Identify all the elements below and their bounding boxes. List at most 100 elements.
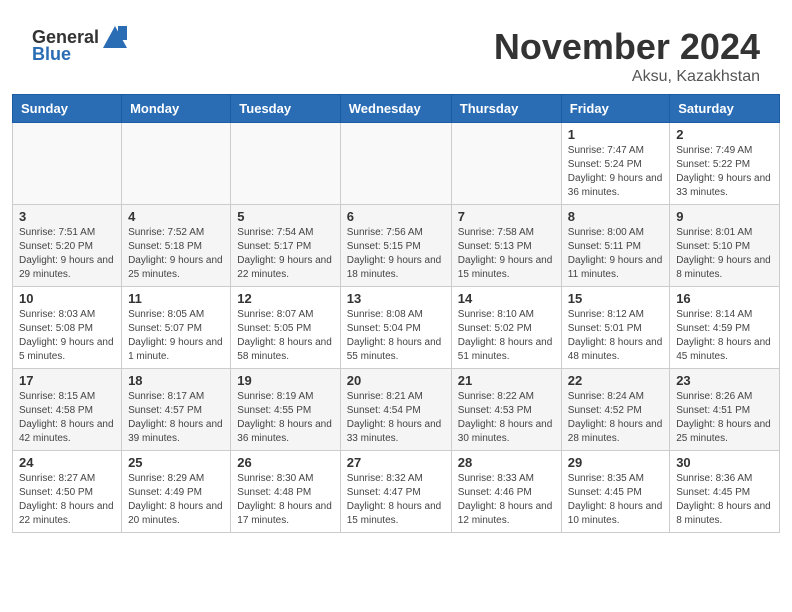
- day-number: 22: [568, 373, 663, 388]
- day-info: Sunrise: 8:21 AM Sunset: 4:54 PM Dayligh…: [347, 390, 445, 446]
- month-year: November 2024: [494, 26, 760, 68]
- day-info: Sunrise: 7:54 AM Sunset: 5:17 PM Dayligh…: [237, 226, 333, 282]
- table-row: 23 Sunrise: 8:26 AM Sunset: 4:51 PM Dayli…: [670, 369, 780, 451]
- table-row: 4 Sunrise: 7:52 AM Sunset: 5:18 PM Daylig…: [122, 205, 231, 287]
- day-number: 12: [237, 291, 333, 306]
- day-number: 19: [237, 373, 333, 388]
- day-info: Sunrise: 8:36 AM Sunset: 4:45 PM Dayligh…: [676, 472, 773, 528]
- table-row: 1 Sunrise: 7:47 AM Sunset: 5:24 PM Daylig…: [561, 123, 669, 205]
- table-row: 25 Sunrise: 8:29 AM Sunset: 4:49 PM Dayli…: [122, 451, 231, 533]
- day-number: 24: [19, 455, 115, 470]
- day-number: 25: [128, 455, 224, 470]
- table-row: 27 Sunrise: 8:32 AM Sunset: 4:47 PM Dayli…: [340, 451, 451, 533]
- table-row: [451, 123, 561, 205]
- day-number: 20: [347, 373, 445, 388]
- day-info: Sunrise: 8:05 AM Sunset: 5:07 PM Dayligh…: [128, 308, 224, 364]
- table-row: 24 Sunrise: 8:27 AM Sunset: 4:50 PM Dayli…: [13, 451, 122, 533]
- day-info: Sunrise: 8:03 AM Sunset: 5:08 PM Dayligh…: [19, 308, 115, 364]
- table-row: 20 Sunrise: 8:21 AM Sunset: 4:54 PM Dayli…: [340, 369, 451, 451]
- col-tuesday: Tuesday: [231, 95, 340, 123]
- day-number: 23: [676, 373, 773, 388]
- day-info: Sunrise: 8:32 AM Sunset: 4:47 PM Dayligh…: [347, 472, 445, 528]
- day-info: Sunrise: 8:35 AM Sunset: 4:45 PM Dayligh…: [568, 472, 663, 528]
- table-row: 6Sunrise: 7:56 AM Sunset: 5:15 PM Daylig…: [340, 205, 451, 287]
- day-info: Sunrise: 7:52 AM Sunset: 5:18 PM Dayligh…: [128, 226, 224, 282]
- day-number: 26: [237, 455, 333, 470]
- table-row: [340, 123, 451, 205]
- day-number: 3: [19, 209, 115, 224]
- table-row: 5 Sunrise: 7:54 AM Sunset: 5:17 PM Daylig…: [231, 205, 340, 287]
- table-row: 19 Sunrise: 8:19 AM Sunset: 4:55 PM Dayli…: [231, 369, 340, 451]
- table-row: 10 Sunrise: 8:03 AM Sunset: 5:08 PM Dayli…: [13, 287, 122, 369]
- table-row: 16Sunrise: 8:14 AM Sunset: 4:59 PM Dayli…: [670, 287, 780, 369]
- day-number: 15: [568, 291, 663, 306]
- logo: General Blue: [32, 26, 129, 65]
- table-row: 22 Sunrise: 8:24 AM Sunset: 4:52 PM Dayli…: [561, 369, 669, 451]
- day-info: Sunrise: 7:51 AM Sunset: 5:20 PM Dayligh…: [19, 226, 115, 282]
- day-number: 17: [19, 373, 115, 388]
- day-number: 21: [458, 373, 555, 388]
- day-info: Sunrise: 7:49 AM Sunset: 5:22 PM Dayligh…: [676, 144, 773, 200]
- day-number: 6: [347, 209, 445, 224]
- day-info: Sunrise: 8:10 AM Sunset: 5:02 PM Dayligh…: [458, 308, 555, 364]
- day-number: 30: [676, 455, 773, 470]
- table-row: 21Sunrise: 8:22 AM Sunset: 4:53 PM Dayli…: [451, 369, 561, 451]
- col-thursday: Thursday: [451, 95, 561, 123]
- day-info: Sunrise: 8:15 AM Sunset: 4:58 PM Dayligh…: [19, 390, 115, 446]
- table-row: 28 Sunrise: 8:33 AM Sunset: 4:46 PM Dayli…: [451, 451, 561, 533]
- table-row: 11 Sunrise: 8:05 AM Sunset: 5:07 PM Dayli…: [122, 287, 231, 369]
- title-block: November 2024 Aksu, Kazakhstan: [494, 26, 760, 86]
- logo-blue: Blue: [32, 44, 71, 65]
- day-info: Sunrise: 8:08 AM Sunset: 5:04 PM Dayligh…: [347, 308, 445, 364]
- day-number: 5: [237, 209, 333, 224]
- day-info: Sunrise: 8:30 AM Sunset: 4:48 PM Dayligh…: [237, 472, 333, 528]
- day-number: 29: [568, 455, 663, 470]
- day-info: Sunrise: 8:29 AM Sunset: 4:49 PM Dayligh…: [128, 472, 224, 528]
- day-number: 1: [568, 127, 663, 142]
- day-number: 13: [347, 291, 445, 306]
- table-row: 30 Sunrise: 8:36 AM Sunset: 4:45 PM Dayli…: [670, 451, 780, 533]
- day-info: Sunrise: 8:26 AM Sunset: 4:51 PM Dayligh…: [676, 390, 773, 446]
- day-number: 8: [568, 209, 663, 224]
- day-info: Sunrise: 7:47 AM Sunset: 5:24 PM Dayligh…: [568, 144, 663, 200]
- col-sunday: Sunday: [13, 95, 122, 123]
- logo-icon: [101, 26, 127, 48]
- table-row: [231, 123, 340, 205]
- day-info: Sunrise: 8:01 AM Sunset: 5:10 PM Dayligh…: [676, 226, 773, 282]
- col-saturday: Saturday: [670, 95, 780, 123]
- day-info: Sunrise: 8:17 AM Sunset: 4:57 PM Dayligh…: [128, 390, 224, 446]
- table-row: 12 Sunrise: 8:07 AM Sunset: 5:05 PM Dayli…: [231, 287, 340, 369]
- day-number: 2: [676, 127, 773, 142]
- table-row: 8Sunrise: 8:00 AM Sunset: 5:11 PM Daylig…: [561, 205, 669, 287]
- table-row: [122, 123, 231, 205]
- day-number: 9: [676, 209, 773, 224]
- day-info: Sunrise: 8:12 AM Sunset: 5:01 PM Dayligh…: [568, 308, 663, 364]
- day-info: Sunrise: 7:58 AM Sunset: 5:13 PM Dayligh…: [458, 226, 555, 282]
- table-row: 3 Sunrise: 7:51 AM Sunset: 5:20 PM Daylig…: [13, 205, 122, 287]
- day-number: 10: [19, 291, 115, 306]
- col-wednesday: Wednesday: [340, 95, 451, 123]
- day-number: 27: [347, 455, 445, 470]
- table-row: 13 Sunrise: 8:08 AM Sunset: 5:04 PM Dayli…: [340, 287, 451, 369]
- day-number: 11: [128, 291, 224, 306]
- day-info: Sunrise: 8:14 AM Sunset: 4:59 PM Dayligh…: [676, 308, 773, 364]
- day-info: Sunrise: 8:19 AM Sunset: 4:55 PM Dayligh…: [237, 390, 333, 446]
- day-number: 14: [458, 291, 555, 306]
- day-number: 28: [458, 455, 555, 470]
- table-row: 7 Sunrise: 7:58 AM Sunset: 5:13 PM Daylig…: [451, 205, 561, 287]
- table-row: 2 Sunrise: 7:49 AM Sunset: 5:22 PM Daylig…: [670, 123, 780, 205]
- day-number: 7: [458, 209, 555, 224]
- table-row: 18Sunrise: 8:17 AM Sunset: 4:57 PM Dayli…: [122, 369, 231, 451]
- table-row: [13, 123, 122, 205]
- table-row: 17 Sunrise: 8:15 AM Sunset: 4:58 PM Dayli…: [13, 369, 122, 451]
- day-info: Sunrise: 8:07 AM Sunset: 5:05 PM Dayligh…: [237, 308, 333, 364]
- col-monday: Monday: [122, 95, 231, 123]
- day-info: Sunrise: 8:33 AM Sunset: 4:46 PM Dayligh…: [458, 472, 555, 528]
- day-info: Sunrise: 8:27 AM Sunset: 4:50 PM Dayligh…: [19, 472, 115, 528]
- day-info: Sunrise: 8:24 AM Sunset: 4:52 PM Dayligh…: [568, 390, 663, 446]
- calendar: Sunday Monday Tuesday Wednesday Thursday…: [12, 94, 780, 533]
- day-number: 4: [128, 209, 224, 224]
- table-row: 29 Sunrise: 8:35 AM Sunset: 4:45 PM Dayli…: [561, 451, 669, 533]
- table-row: 26 Sunrise: 8:30 AM Sunset: 4:48 PM Dayli…: [231, 451, 340, 533]
- table-row: 15 Sunrise: 8:12 AM Sunset: 5:01 PM Dayli…: [561, 287, 669, 369]
